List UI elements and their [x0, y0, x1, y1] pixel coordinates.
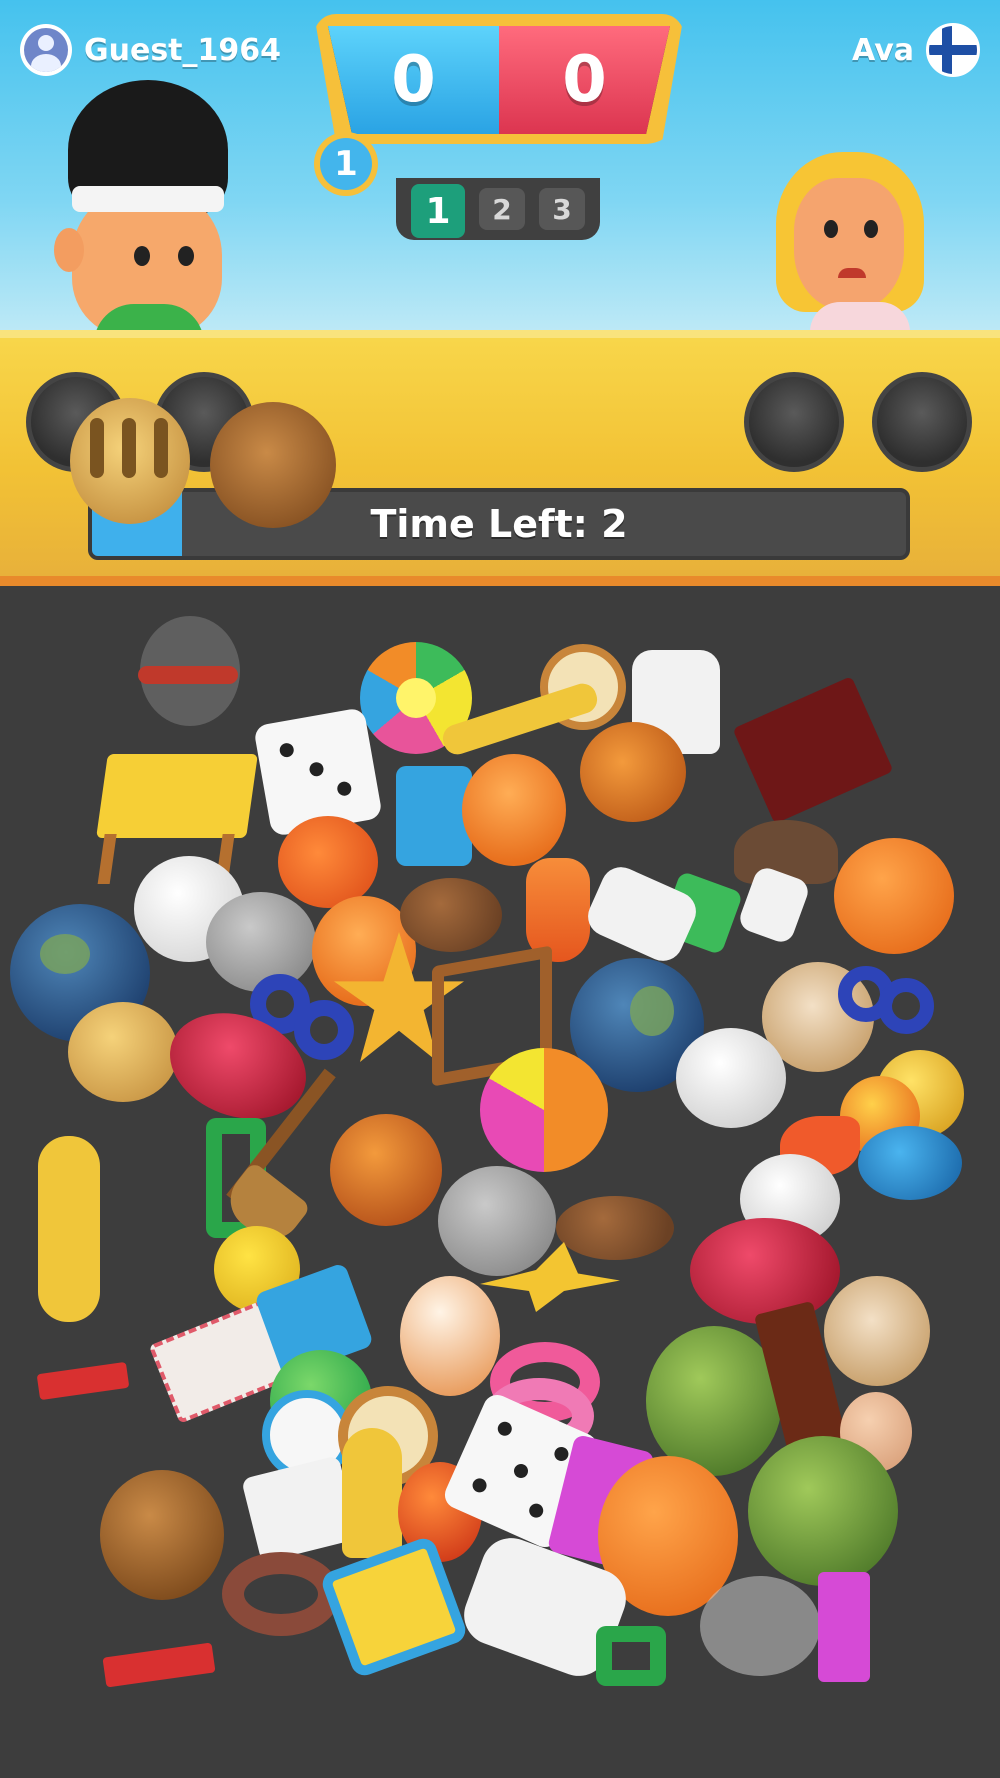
- pumpkin-item[interactable]: [834, 838, 954, 954]
- tray-slot: [744, 372, 844, 472]
- monkey-item[interactable]: [100, 1470, 224, 1600]
- potato-item[interactable]: [556, 1196, 674, 1260]
- round-pill-2: 2: [479, 188, 525, 230]
- score-red-panel: 0: [499, 26, 670, 134]
- tiger-ball-item[interactable]: [580, 722, 686, 822]
- onion-item[interactable]: [462, 754, 566, 866]
- player-right-info: Ava: [840, 22, 980, 78]
- toy-block-item[interactable]: [396, 766, 472, 866]
- scoreboard: 0 0 1 1 2 3: [314, 14, 684, 240]
- number-5-item[interactable]: [596, 1626, 666, 1686]
- score-right: 0: [562, 43, 607, 117]
- timer-label: Time Left: 2: [370, 502, 628, 546]
- clam-shell-item[interactable]: [824, 1276, 930, 1386]
- trumpet-item[interactable]: [38, 1136, 100, 1322]
- collection-tray: Time Left: 2: [0, 330, 1000, 586]
- score-left: 0: [391, 43, 436, 117]
- elephant-item[interactable]: [438, 1166, 556, 1276]
- player-right-name: Ava: [852, 32, 914, 68]
- acorn-item[interactable]: [400, 1276, 500, 1396]
- dragonfly-item[interactable]: [130, 616, 250, 726]
- finland-flag-icon: [926, 23, 980, 77]
- number-1-item[interactable]: [102, 1642, 216, 1688]
- potato-item[interactable]: [400, 878, 502, 952]
- number-8-item[interactable]: [838, 966, 938, 1036]
- number-9-item[interactable]: [222, 1552, 340, 1636]
- user-avatar-icon: [20, 24, 72, 76]
- tiger-item[interactable]: [68, 1002, 178, 1102]
- score-blue-panel: 0: [328, 26, 499, 134]
- table-item[interactable]: [96, 754, 258, 884]
- round-indicator: 1 2 3: [396, 178, 600, 240]
- carrot-item[interactable]: [526, 858, 590, 962]
- number-1-item[interactable]: [36, 1361, 130, 1401]
- timer-bar: Time Left: 2: [88, 488, 910, 560]
- mushroom-item[interactable]: [690, 1218, 840, 1324]
- tin-can-item[interactable]: [858, 1126, 962, 1200]
- round-pill-1: 1: [411, 184, 465, 238]
- player-left-info: Guest_1964: [20, 22, 293, 78]
- hud-background: Guest_1964 Ava 0 0 1 1 2 3: [0, 0, 1000, 332]
- player-right-character: [766, 150, 936, 332]
- green-pumpkin-item[interactable]: [748, 1436, 898, 1586]
- letter-r-item[interactable]: [818, 1572, 870, 1682]
- tiger-ball-item[interactable]: [330, 1114, 442, 1226]
- tray-slot: [872, 372, 972, 472]
- object-pile: [0, 586, 1000, 1778]
- round-badge-number: 1: [320, 138, 372, 190]
- orange-bird-item[interactable]: [278, 816, 378, 908]
- microphone-item[interactable]: [342, 1428, 402, 1558]
- player-left-name: Guest_1964: [84, 32, 282, 68]
- dragonfly-item[interactable]: [700, 1576, 820, 1676]
- tray-tiger-item[interactable]: [70, 398, 190, 524]
- player-left-character: [50, 78, 240, 332]
- beach-ball-item[interactable]: [480, 1048, 608, 1172]
- tray-monkey-item[interactable]: [210, 402, 336, 528]
- round-pill-3: 3: [539, 188, 585, 230]
- eagle-item[interactable]: [676, 1028, 786, 1128]
- book-item[interactable]: [732, 676, 894, 824]
- round-badge: 1: [314, 132, 378, 196]
